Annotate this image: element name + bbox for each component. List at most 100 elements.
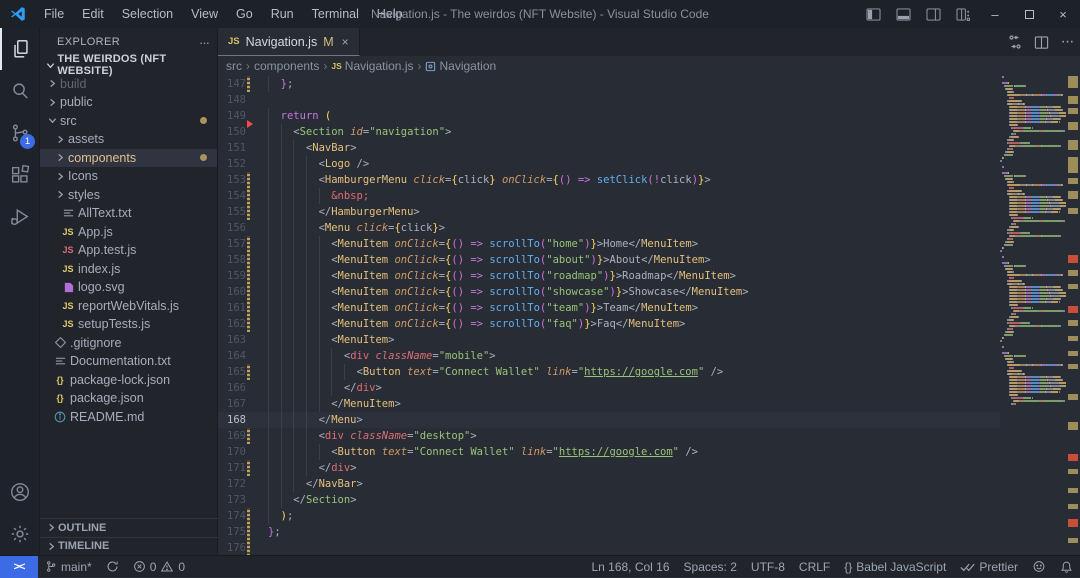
code-line-148[interactable]: 148	[218, 92, 1000, 108]
sidebar-file-readme-md[interactable]: README.md	[40, 408, 217, 427]
menu-view[interactable]: View	[182, 0, 227, 28]
code-line-162[interactable]: 162 <MenuItem onClick={() => scrollTo("f…	[218, 316, 1000, 332]
layout-panel-icon[interactable]	[888, 0, 918, 28]
tab-close-icon[interactable]: ×	[342, 35, 349, 49]
breadcrumb-navigation[interactable]: Navigation	[425, 59, 496, 73]
code-line-147[interactable]: 147 };	[218, 76, 1000, 92]
code-line-150[interactable]: 150 <Section id="navigation">	[218, 124, 1000, 140]
sidebar-file-package-lock-json[interactable]: {}package-lock.json	[40, 371, 217, 390]
code-line-174[interactable]: 174 );	[218, 508, 1000, 524]
section-label: TIMELINE	[58, 540, 109, 552]
remote-indicator[interactable]: ><	[0, 556, 38, 578]
maximize-button[interactable]	[1012, 0, 1046, 28]
status-cursor-position[interactable]: Ln 168, Col 16	[584, 556, 676, 578]
sidebar-folder-icons[interactable]: Icons	[40, 167, 217, 186]
ruler-modified-mark	[1068, 538, 1078, 543]
sidebar-file-package-json[interactable]: {}package.json	[40, 389, 217, 408]
git-branch-item[interactable]: main*	[38, 556, 99, 578]
section-timeline[interactable]: TIMELINE	[40, 537, 218, 556]
sidebar-file-logo-svg[interactable]: logo.svg	[40, 278, 217, 297]
code-line-163[interactable]: 163 <MenuItem>	[218, 332, 1000, 348]
editor-more-actions-icon[interactable]: ···	[1054, 28, 1080, 56]
source-control-icon[interactable]: 1	[0, 112, 40, 154]
status-encoding[interactable]: UTF-8	[744, 556, 792, 578]
code-line-153[interactable]: 153 <HamburgerMenu click={click} onClick…	[218, 172, 1000, 188]
code-line-149[interactable]: 149 return (	[218, 108, 1000, 124]
code-line-167[interactable]: 167 </MenuItem>	[218, 396, 1000, 412]
section-outline[interactable]: OUTLINE	[40, 518, 218, 537]
layout-sidebar-right-icon[interactable]	[918, 0, 948, 28]
menu-run[interactable]: Run	[262, 0, 303, 28]
sidebar-file-reportwebvitals-js[interactable]: JSreportWebVitals.js	[40, 297, 217, 316]
sidebar-folder-styles[interactable]: styles	[40, 186, 217, 205]
sidebar-file-setuptests-js[interactable]: JSsetupTests.js	[40, 315, 217, 334]
status-language-mode[interactable]: {}Babel JavaScript	[837, 556, 953, 578]
open-changes-icon[interactable]	[1002, 28, 1028, 56]
status-feedback[interactable]	[1025, 556, 1053, 578]
code-line-156[interactable]: 156 <Menu click={click}>	[218, 220, 1000, 236]
problems-item[interactable]: 0 0	[126, 556, 192, 578]
menu-go[interactable]: Go	[227, 0, 262, 28]
minimize-button[interactable]: –	[978, 0, 1012, 28]
menu-file[interactable]: File	[35, 0, 73, 28]
search-icon[interactable]	[0, 70, 40, 112]
status-notifications[interactable]	[1053, 556, 1080, 578]
code-line-159[interactable]: 159 <MenuItem onClick={() => scrollTo("r…	[218, 268, 1000, 284]
code-line-160[interactable]: 160 <MenuItem onClick={() => scrollTo("s…	[218, 284, 1000, 300]
settings-gear-icon[interactable]	[0, 513, 40, 555]
sidebar-file-index-js[interactable]: JSindex.js	[40, 260, 217, 279]
code-line-157[interactable]: 157 <MenuItem onClick={() => scrollTo("h…	[218, 236, 1000, 252]
account-icon[interactable]	[0, 471, 40, 513]
sidebar-file-alltext-txt[interactable]: AllText.txt	[40, 204, 217, 223]
code-line-151[interactable]: 151 <NavBar>	[218, 140, 1000, 156]
menu-selection[interactable]: Selection	[113, 0, 182, 28]
code-line-152[interactable]: 152 <Logo />	[218, 156, 1000, 172]
code-line-154[interactable]: 154 &nbsp;	[218, 188, 1000, 204]
code-line-169[interactable]: 169 <div className="desktop">	[218, 428, 1000, 444]
sidebar-folder-components[interactable]: components	[40, 149, 217, 168]
sidebar-folder-src[interactable]: src	[40, 112, 217, 131]
menu-edit[interactable]: Edit	[73, 0, 113, 28]
code-line-172[interactable]: 172 </NavBar>	[218, 476, 1000, 492]
sidebar-file-documentation-txt[interactable]: Documentation.txt	[40, 352, 217, 371]
sidebar-folder-build[interactable]: build	[40, 75, 217, 94]
status-eol[interactable]: CRLF	[792, 556, 837, 578]
breadcrumb-navigation-js[interactable]: JSNavigation.js	[331, 59, 413, 73]
explorer-icon[interactable]	[0, 28, 40, 70]
layout-sidebar-left-icon[interactable]	[858, 0, 888, 28]
editor-gutter: 164	[218, 348, 268, 364]
breadcrumb-src[interactable]: src	[226, 59, 242, 73]
sidebar-folder-assets[interactable]: assets	[40, 130, 217, 149]
minimap[interactable]	[1000, 76, 1066, 555]
code-line-165[interactable]: 165 <Button text="Connect Wallet" link="…	[218, 364, 1000, 380]
sidebar-file-app-test-js[interactable]: JSApp.test.js	[40, 241, 217, 260]
tab-navigation-js[interactable]: JS Navigation.js M ×	[218, 28, 360, 56]
code-line-175[interactable]: 175};	[218, 524, 1000, 540]
code-line-176[interactable]: 176	[218, 540, 1000, 555]
close-button[interactable]: ×	[1046, 0, 1080, 28]
sidebar-more-icon[interactable]: ···	[199, 35, 209, 50]
code-line-173[interactable]: 173 </Section>	[218, 492, 1000, 508]
code-line-161[interactable]: 161 <MenuItem onClick={() => scrollTo("t…	[218, 300, 1000, 316]
extensions-icon[interactable]	[0, 154, 40, 196]
code-line-164[interactable]: 164 <div className="mobile">	[218, 348, 1000, 364]
code-editor[interactable]: 147 };148149 return (150 <Section id="na…	[218, 76, 1080, 555]
code-line-171[interactable]: 171 </div>	[218, 460, 1000, 476]
layout-customize-icon[interactable]	[948, 0, 978, 28]
sidebar-file--gitignore[interactable]: .gitignore	[40, 334, 217, 353]
status-indentation[interactable]: Spaces: 2	[677, 556, 744, 578]
breadcrumb-components[interactable]: components	[254, 59, 319, 73]
indent-guide	[281, 268, 282, 284]
workspace-root[interactable]: THE WEIRDOS (NFT WEBSITE)	[40, 56, 217, 75]
split-editor-icon[interactable]	[1028, 28, 1054, 56]
sidebar-folder-public[interactable]: public	[40, 93, 217, 112]
code-line-168[interactable]: 168 </Menu>	[218, 412, 1000, 428]
code-line-170[interactable]: 170 <Button text="Connect Wallet" link="…	[218, 444, 1000, 460]
run-debug-icon[interactable]	[0, 196, 40, 238]
sync-button[interactable]	[99, 556, 126, 578]
code-line-166[interactable]: 166 </div>	[218, 380, 1000, 396]
code-line-158[interactable]: 158 <MenuItem onClick={() => scrollTo("a…	[218, 252, 1000, 268]
sidebar-file-app-js[interactable]: JSApp.js	[40, 223, 217, 242]
status-formatter[interactable]: Prettier	[953, 556, 1025, 578]
code-line-155[interactable]: 155 </HamburgerMenu>	[218, 204, 1000, 220]
